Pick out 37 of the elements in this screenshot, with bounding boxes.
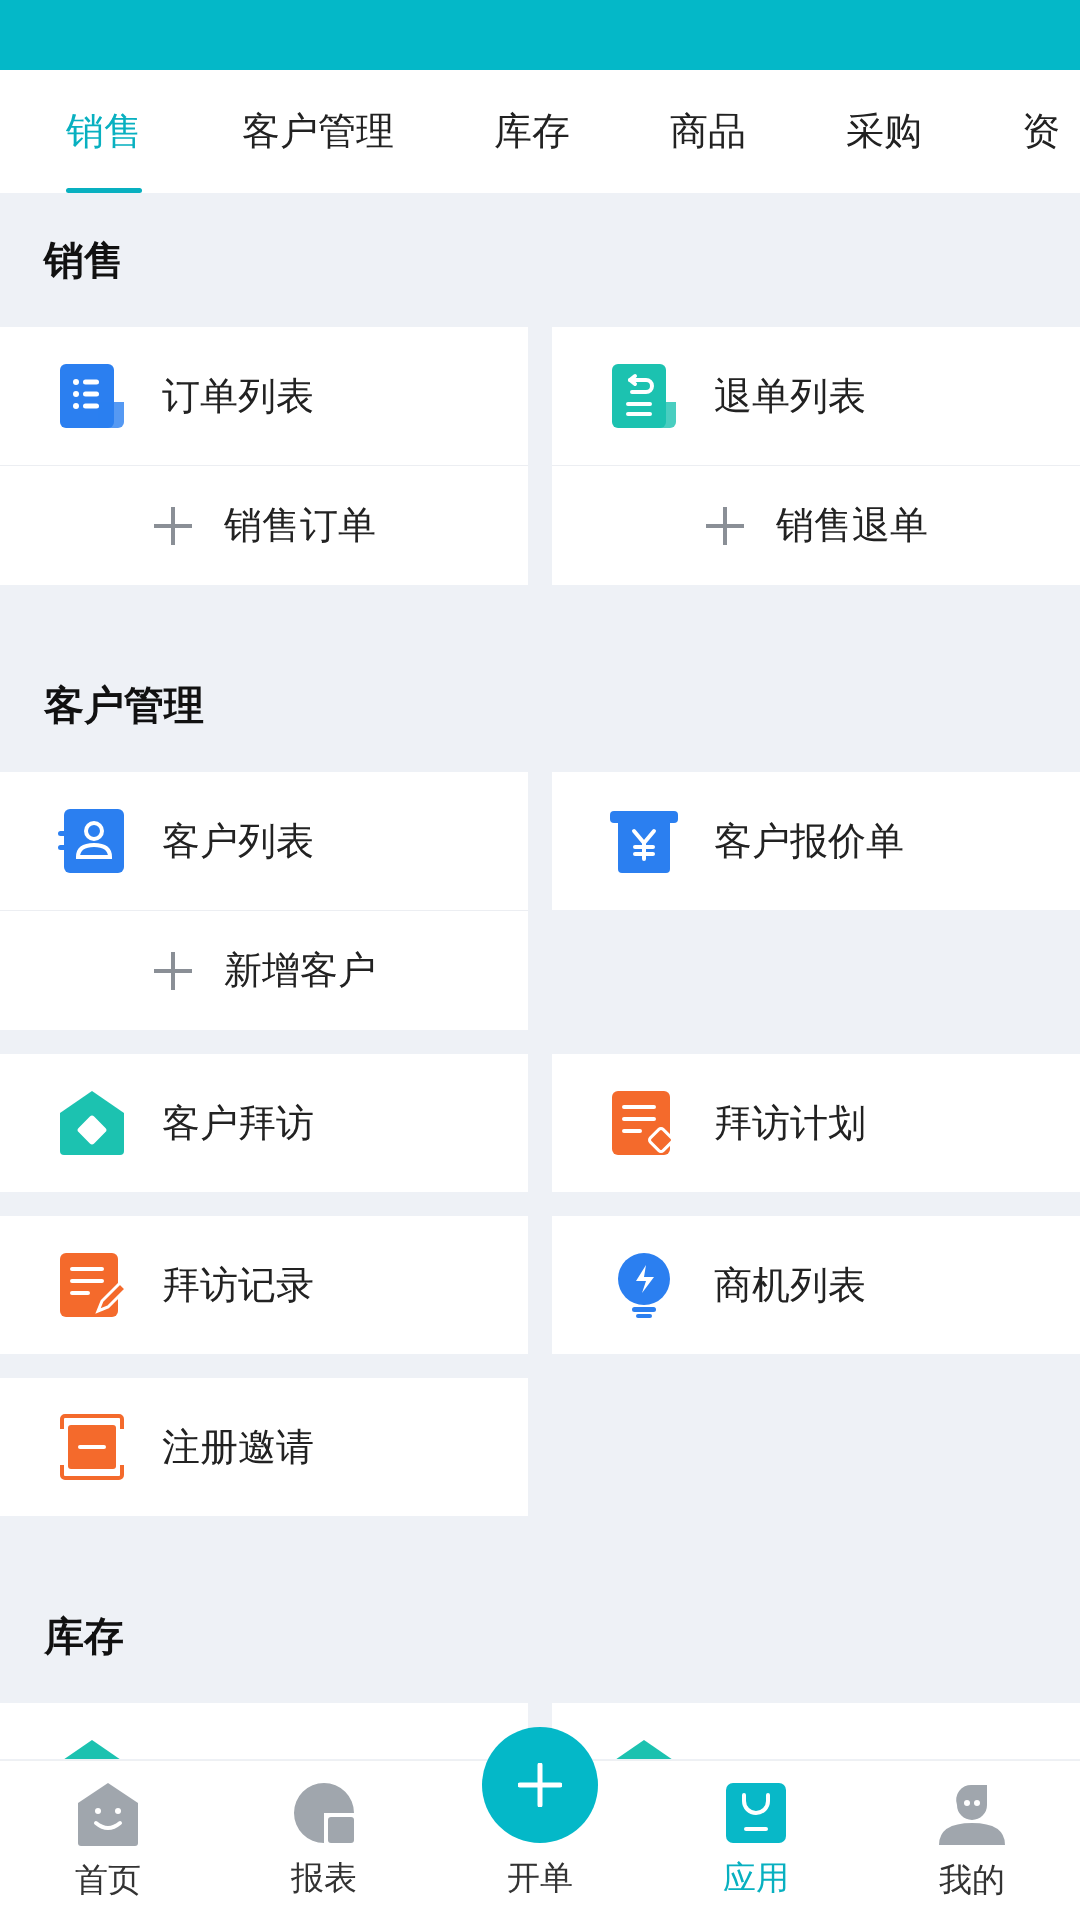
add-entry[interactable]: 销售订单 — [0, 465, 528, 585]
app-entry[interactable]: 拜访记录 — [0, 1216, 528, 1354]
app-entry[interactable]: 客户列表 — [0, 772, 528, 910]
app-entry[interactable]: 订单列表 — [0, 327, 528, 465]
section-title: 销售 — [42, 236, 125, 285]
add-entry[interactable]: 销售退单 — [552, 465, 1080, 585]
note-pen-icon — [58, 1251, 126, 1319]
nav-item[interactable]: 报表 — [216, 1761, 432, 1920]
app-entry[interactable]: 注册邀请 — [0, 1378, 528, 1516]
section-title: 库存 — [43, 1612, 125, 1661]
app-entry[interactable]: 商机列表 — [552, 1216, 1080, 1354]
category-tab[interactable]: 资 — [1022, 70, 1060, 193]
app-entry[interactable]: 客户拜访 — [0, 1054, 528, 1192]
plus-icon — [518, 1763, 562, 1807]
category-tab[interactable]: 商品 — [670, 70, 746, 193]
nav-item[interactable]: 我的 — [864, 1761, 1080, 1920]
contact-card-icon — [58, 807, 126, 875]
smiling-house-icon — [76, 1781, 140, 1847]
document-list-icon — [58, 362, 126, 430]
app-entry[interactable]: 退单列表 — [552, 327, 1080, 465]
chart-icon — [292, 1781, 356, 1845]
plus-icon — [152, 949, 194, 992]
plus-icon — [152, 504, 194, 547]
nav-item[interactable]: 首页 — [0, 1761, 216, 1920]
category-tab[interactable]: 客户管理 — [242, 70, 394, 193]
plus-icon — [704, 504, 746, 547]
category-tab[interactable]: 库存 — [494, 70, 570, 193]
app-entry[interactable]: 客户报价单 — [552, 772, 1080, 910]
category-tab[interactable]: 采购 — [846, 70, 922, 193]
section-title: 客户管理 — [43, 681, 205, 730]
shopping-bag-icon — [724, 1781, 788, 1845]
add-entry[interactable]: 新增客户 — [0, 910, 528, 1030]
scan-frame-icon — [58, 1413, 126, 1481]
app-entry[interactable]: 拜访计划 — [552, 1054, 1080, 1192]
house-icon — [58, 1089, 126, 1157]
new-order-button[interactable]: 开单 — [432, 1727, 648, 1920]
return-list-icon — [610, 362, 678, 430]
